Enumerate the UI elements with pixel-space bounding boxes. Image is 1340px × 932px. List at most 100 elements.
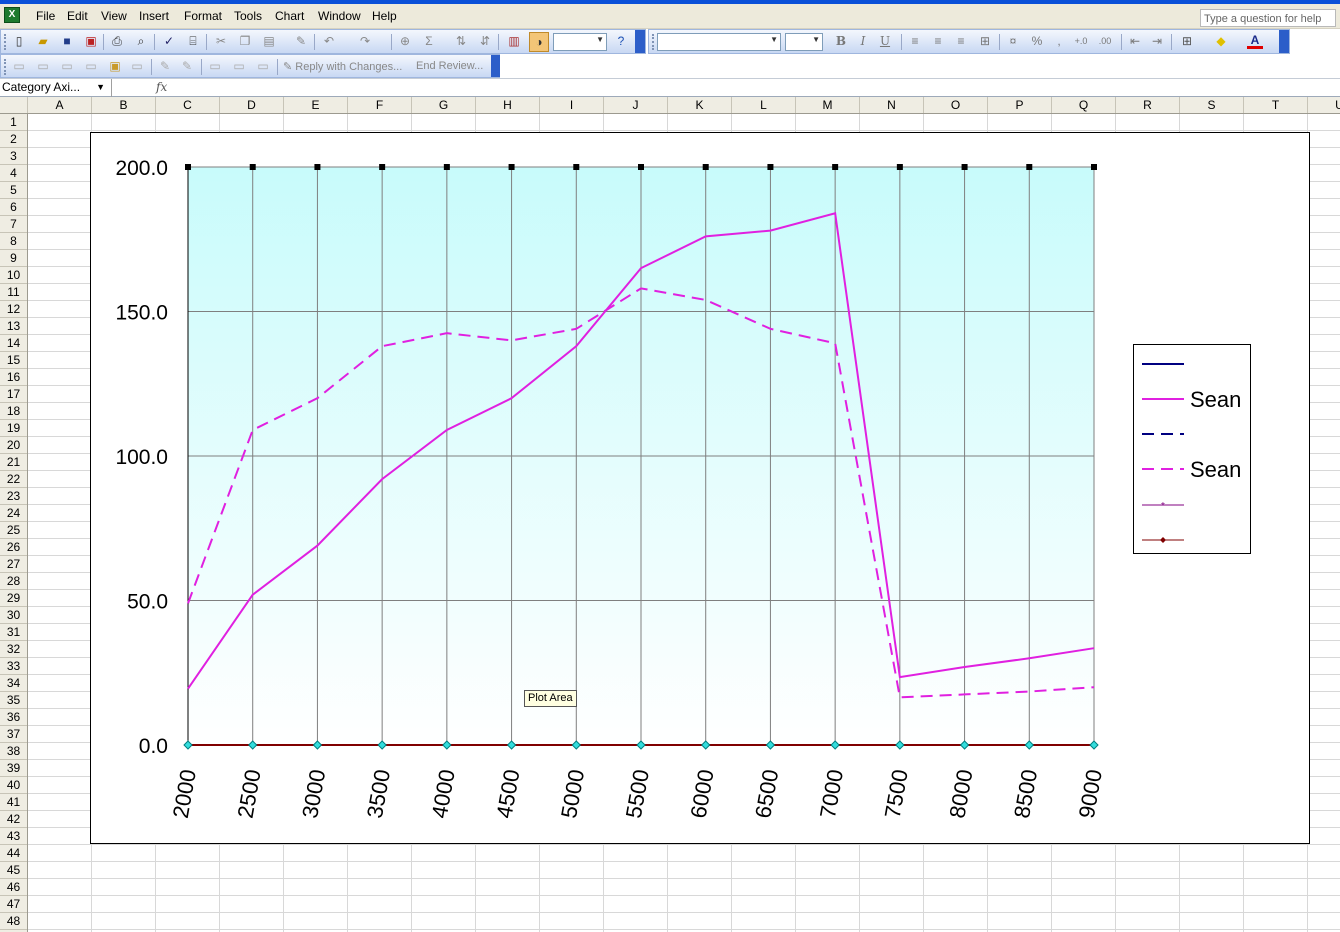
row-header[interactable]: 34: [0, 675, 27, 692]
toolbar-grip[interactable]: [4, 34, 10, 50]
ask-question-input[interactable]: Type a question for help: [1200, 9, 1336, 27]
row-header[interactable]: 1: [0, 114, 27, 131]
merge-center-icon[interactable]: ⊞: [977, 33, 993, 49]
insert-function-icon[interactable]: fx: [156, 80, 167, 94]
row-header[interactable]: 26: [0, 539, 27, 556]
column-header[interactable]: D: [220, 97, 284, 113]
currency-icon[interactable]: ¤: [1005, 33, 1021, 49]
copy-icon[interactable]: ❐: [237, 33, 253, 49]
row-header[interactable]: 42: [0, 811, 27, 828]
accept-changes-icon[interactable]: ✎: [179, 58, 195, 74]
chart-wizard-icon[interactable]: ▥: [506, 33, 522, 49]
drawing-icon[interactable]: ◑: [529, 32, 549, 52]
column-header[interactable]: H: [476, 97, 540, 113]
new-icon[interactable]: ▯: [11, 33, 27, 49]
underline-button[interactable]: U: [877, 33, 893, 49]
row-header[interactable]: 5: [0, 182, 27, 199]
end-review-button[interactable]: End Review...: [416, 60, 483, 72]
column-header[interactable]: L: [732, 97, 796, 113]
column-header[interactable]: G: [412, 97, 476, 113]
row-header[interactable]: 25: [0, 522, 27, 539]
bold-button[interactable]: B: [833, 33, 849, 49]
print-icon[interactable]: ⎙: [109, 33, 125, 49]
print-preview-icon[interactable]: ⌕: [133, 33, 149, 49]
previous-comment-icon[interactable]: ▭: [35, 58, 51, 74]
next-comment-icon[interactable]: ▭: [59, 58, 75, 74]
row-header[interactable]: 3: [0, 148, 27, 165]
column-header[interactable]: C: [156, 97, 220, 113]
row-header[interactable]: 43: [0, 828, 27, 845]
undo-icon[interactable]: ↶: [321, 33, 337, 49]
row-header[interactable]: 15: [0, 352, 27, 369]
menu-chart[interactable]: Chart: [275, 9, 304, 23]
row-header[interactable]: 48: [0, 913, 27, 930]
row-header[interactable]: 40: [0, 777, 27, 794]
row-header[interactable]: 16: [0, 369, 27, 386]
column-header[interactable]: I: [540, 97, 604, 113]
row-header[interactable]: 30: [0, 607, 27, 624]
new-comment-icon[interactable]: ▭: [11, 58, 27, 74]
open-icon[interactable]: ▰: [35, 33, 51, 49]
column-header[interactable]: A: [28, 97, 92, 113]
row-header[interactable]: 24: [0, 505, 27, 522]
row-header[interactable]: 29: [0, 590, 27, 607]
hyperlink-icon[interactable]: ⊕: [397, 33, 413, 49]
font-size-combo[interactable]: ▼: [785, 33, 823, 51]
align-center-icon[interactable]: ≡: [930, 33, 946, 49]
send-review-icon[interactable]: ▭: [255, 58, 271, 74]
sort-ascending-icon[interactable]: ⇅: [453, 33, 469, 49]
row-header[interactable]: 32: [0, 641, 27, 658]
row-header[interactable]: 19: [0, 420, 27, 437]
menu-file[interactable]: File: [36, 9, 55, 23]
menu-format[interactable]: Format: [184, 9, 222, 23]
chart-legend[interactable]: Sean Sean *: [1133, 344, 1251, 554]
row-header[interactable]: 11: [0, 284, 27, 301]
column-header[interactable]: T: [1244, 97, 1308, 113]
row-header[interactable]: 38: [0, 743, 27, 760]
redo-icon[interactable]: ↷: [357, 33, 373, 49]
sort-descending-icon[interactable]: ⇵: [477, 33, 493, 49]
decrease-decimal-icon[interactable]: .00: [1097, 33, 1113, 49]
row-header[interactable]: 9: [0, 250, 27, 267]
row-header[interactable]: 46: [0, 879, 27, 896]
increase-decimal-icon[interactable]: +.0: [1073, 33, 1089, 49]
chevron-down-icon[interactable]: ▼: [96, 79, 105, 96]
row-header[interactable]: 8: [0, 233, 27, 250]
format-painter-icon[interactable]: ✎: [293, 33, 309, 49]
column-header[interactable]: Q: [1052, 97, 1116, 113]
row-header[interactable]: 17: [0, 386, 27, 403]
zoom-combo[interactable]: ▼: [553, 33, 607, 51]
row-header[interactable]: 4: [0, 165, 27, 182]
row-header[interactable]: 13: [0, 318, 27, 335]
row-header[interactable]: 44: [0, 845, 27, 862]
row-header[interactable]: 10: [0, 267, 27, 284]
autosum-icon[interactable]: Σ: [421, 33, 437, 49]
name-box[interactable]: Category Axi... ▼: [0, 79, 112, 97]
row-header[interactable]: 41: [0, 794, 27, 811]
paste-icon[interactable]: ▤: [261, 33, 277, 49]
column-header[interactable]: U: [1308, 97, 1340, 113]
row-header[interactable]: 21: [0, 454, 27, 471]
increase-indent-icon[interactable]: ⇥: [1149, 33, 1165, 49]
row-header[interactable]: 27: [0, 556, 27, 573]
delete-comment-icon[interactable]: ▭: [129, 58, 145, 74]
help-icon[interactable]: ?: [613, 33, 629, 49]
menu-help[interactable]: Help: [372, 9, 397, 23]
row-header[interactable]: 31: [0, 624, 27, 641]
toolbar-grip[interactable]: [4, 59, 10, 75]
toolbar-options-icon[interactable]: [635, 30, 645, 53]
row-header[interactable]: 37: [0, 726, 27, 743]
show-comment-icon[interactable]: ▭: [83, 58, 99, 74]
column-header[interactable]: S: [1180, 97, 1244, 113]
spelling-icon[interactable]: ✓: [161, 33, 177, 49]
track-changes-icon[interactable]: ✎: [157, 58, 173, 74]
column-header[interactable]: N: [860, 97, 924, 113]
row-header[interactable]: 47: [0, 896, 27, 913]
align-left-icon[interactable]: ≡: [907, 33, 923, 49]
decrease-indent-icon[interactable]: ⇤: [1127, 33, 1143, 49]
row-header[interactable]: 28: [0, 573, 27, 590]
column-header[interactable]: J: [604, 97, 668, 113]
row-header[interactable]: 22: [0, 471, 27, 488]
send-mail-icon[interactable]: ▭: [231, 58, 247, 74]
font-color-icon[interactable]: A: [1247, 32, 1263, 49]
